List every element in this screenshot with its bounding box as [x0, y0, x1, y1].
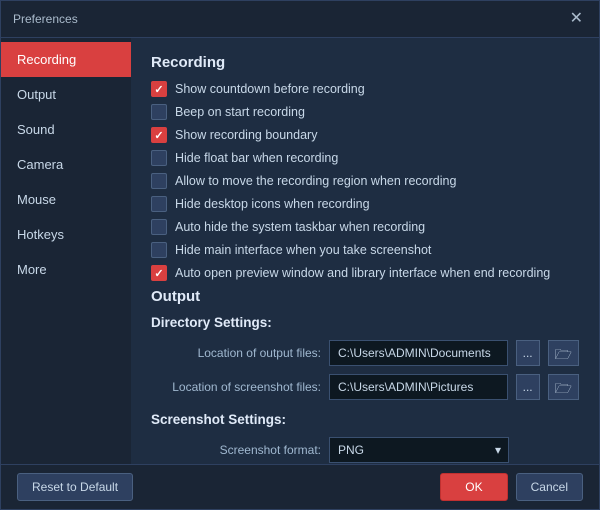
checkbox-boundary: Show recording boundary — [151, 127, 579, 143]
output-section: Output Directory Settings: Location of o… — [151, 288, 579, 463]
sidebar: Recording Output Sound Camera Mouse Hotk… — [1, 38, 131, 464]
sidebar-item-mouse[interactable]: Mouse — [1, 182, 131, 217]
checkbox-boundary-label: Show recording boundary — [175, 128, 317, 142]
checkbox-floatbar-box[interactable] — [151, 150, 167, 166]
checkbox-taskbar: Auto hide the system taskbar when record… — [151, 219, 579, 235]
screenshot-format-select[interactable]: PNG JPG BMP — [329, 437, 509, 463]
checkbox-countdown-box[interactable] — [151, 81, 167, 97]
content-area: Recording Show countdown before recordin… — [131, 38, 599, 464]
checkbox-floatbar: Hide float bar when recording — [151, 150, 579, 166]
output-files-dots-button[interactable]: ... — [516, 340, 540, 366]
screenshot-format-label: Screenshot format: — [151, 443, 321, 457]
screenshot-format-row: Screenshot format: PNG JPG BMP — [151, 437, 579, 463]
sidebar-item-camera[interactable]: Camera — [1, 147, 131, 182]
screenshot-files-label: Location of screenshot files: — [151, 380, 321, 394]
sidebar-item-recording[interactable]: Recording — [1, 42, 131, 77]
output-files-input[interactable] — [329, 340, 508, 366]
screenshot-files-row: Location of screenshot files: ... 🗁 — [151, 374, 579, 400]
checkbox-move-region-label: Allow to move the recording region when … — [175, 174, 456, 188]
screenshot-files-dots-button[interactable]: ... — [516, 374, 540, 400]
checkbox-move-region-box[interactable] — [151, 173, 167, 189]
checkbox-taskbar-box[interactable] — [151, 219, 167, 235]
close-button[interactable]: ✕ — [566, 9, 587, 29]
checkbox-desktop-icons: Hide desktop icons when recording — [151, 196, 579, 212]
checkbox-beep-label: Beep on start recording — [175, 105, 305, 119]
sidebar-item-output[interactable]: Output — [1, 77, 131, 112]
cancel-button[interactable]: Cancel — [516, 473, 583, 501]
checkbox-countdown: Show countdown before recording — [151, 81, 579, 97]
output-section-title: Output — [151, 288, 579, 305]
screenshot-files-folder-button[interactable]: 🗁 — [548, 374, 579, 400]
checkbox-move-region: Allow to move the recording region when … — [151, 173, 579, 189]
checkbox-main-interface-box[interactable] — [151, 242, 167, 258]
dialog-title: Preferences — [13, 12, 78, 26]
screenshot-files-input[interactable] — [329, 374, 508, 400]
reset-button[interactable]: Reset to Default — [17, 473, 133, 501]
screenshot-settings-title: Screenshot Settings: — [151, 412, 579, 427]
checkbox-beep-box[interactable] — [151, 104, 167, 120]
directory-settings-title: Directory Settings: — [151, 315, 579, 330]
checkbox-main-interface-label: Hide main interface when you take screen… — [175, 243, 431, 257]
sidebar-item-more[interactable]: More — [1, 252, 131, 287]
footer: Reset to Default OK Cancel — [1, 464, 599, 509]
checkbox-floatbar-label: Hide float bar when recording — [175, 151, 338, 165]
checkbox-countdown-label: Show countdown before recording — [175, 82, 365, 96]
title-bar: Preferences ✕ — [1, 1, 599, 38]
main-content: Recording Output Sound Camera Mouse Hotk… — [1, 38, 599, 464]
checkbox-desktop-icons-box[interactable] — [151, 196, 167, 212]
preferences-dialog: Preferences ✕ Recording Output Sound Cam… — [0, 0, 600, 510]
checkbox-beep: Beep on start recording — [151, 104, 579, 120]
sidebar-item-sound[interactable]: Sound — [1, 112, 131, 147]
output-files-folder-button[interactable]: 🗁 — [548, 340, 579, 366]
screenshot-format-select-wrapper: PNG JPG BMP — [329, 437, 509, 463]
ok-button[interactable]: OK — [440, 473, 507, 501]
checkbox-taskbar-label: Auto hide the system taskbar when record… — [175, 220, 425, 234]
checkbox-desktop-icons-label: Hide desktop icons when recording — [175, 197, 370, 211]
footer-right: OK Cancel — [440, 473, 583, 501]
checkbox-boundary-box[interactable] — [151, 127, 167, 143]
recording-section-title: Recording — [151, 54, 579, 71]
checkbox-preview-window-label: Auto open preview window and library int… — [175, 266, 550, 280]
checkbox-preview-window-box[interactable] — [151, 265, 167, 281]
output-files-label: Location of output files: — [151, 346, 321, 360]
output-files-row: Location of output files: ... 🗁 — [151, 340, 579, 366]
sidebar-item-hotkeys[interactable]: Hotkeys — [1, 217, 131, 252]
checkbox-preview-window: Auto open preview window and library int… — [151, 265, 579, 281]
checkbox-main-interface: Hide main interface when you take screen… — [151, 242, 579, 258]
